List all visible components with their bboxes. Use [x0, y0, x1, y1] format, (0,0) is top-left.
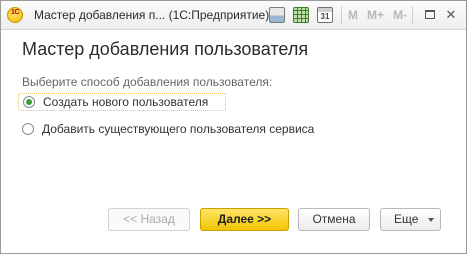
method-prompt: Выберите способ добавления пользователя: — [22, 75, 273, 89]
chevron-down-icon — [428, 218, 434, 222]
toolbar-separator — [341, 6, 342, 24]
option-label[interactable]: Добавить существующего пользователя серв… — [42, 122, 314, 136]
toolbar-separator — [412, 6, 413, 24]
cancel-button[interactable]: Отмена — [298, 208, 370, 231]
radio-add-existing[interactable] — [22, 123, 34, 135]
option-create-new-user[interactable]: Создать нового пользователя — [18, 93, 226, 111]
option-add-existing-user[interactable]: Добавить существующего пользователя серв… — [18, 121, 348, 139]
memory-m-button[interactable]: M — [348, 8, 358, 22]
calendar-icon[interactable]: 31 — [317, 7, 333, 23]
logo-text: 1С — [11, 9, 19, 16]
wizard-window: 1С Мастер добавления п... (1С:Предприяти… — [0, 0, 467, 254]
calculator-icon[interactable] — [293, 7, 309, 23]
option-label[interactable]: Создать нового пользователя — [43, 95, 208, 109]
calendar-day: 31 — [320, 12, 330, 21]
title-bar: 1С Мастер добавления п... (1С:Предприяти… — [1, 1, 466, 30]
save-icon[interactable] — [269, 7, 285, 23]
more-label: Еще — [394, 212, 419, 226]
memory-minus-button[interactable]: M- — [393, 8, 407, 22]
next-button[interactable]: Далее >> — [200, 208, 289, 231]
close-button[interactable]: ✕ — [442, 6, 460, 24]
more-button[interactable]: Еще — [380, 208, 441, 231]
window-title: Мастер добавления п... (1С:Предприятие) — [34, 8, 270, 22]
radio-create-new[interactable] — [23, 96, 35, 108]
memory-plus-button[interactable]: M+ — [367, 8, 384, 22]
back-button[interactable]: << Назад — [108, 208, 190, 231]
1c-logo-icon[interactable]: 1С — [7, 7, 23, 23]
page-title: Мастер добавления пользователя — [22, 39, 309, 59]
maximize-icon[interactable] — [425, 10, 435, 19]
